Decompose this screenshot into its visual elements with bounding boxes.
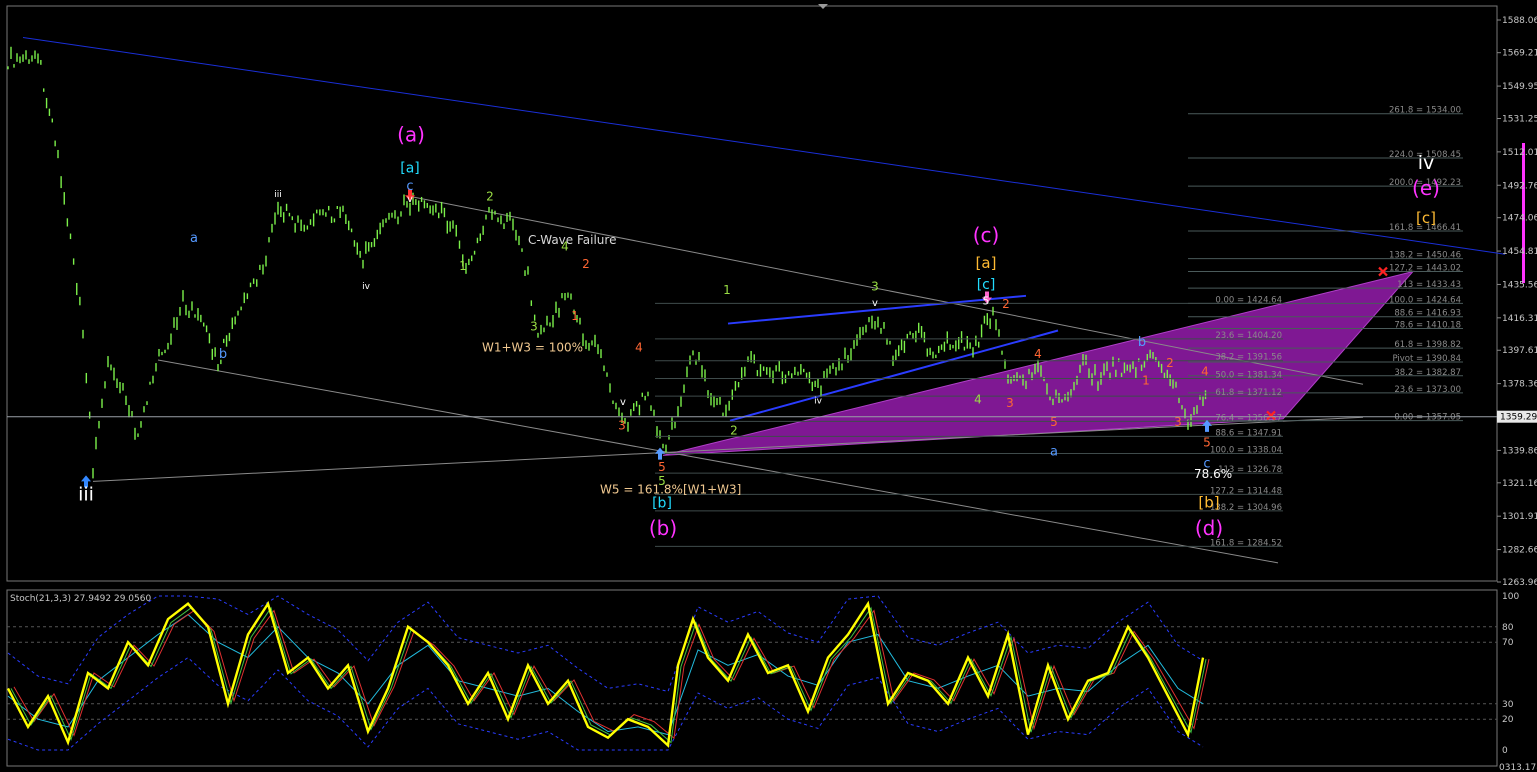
fib-label: 127.2 = 1443.02 [1389, 264, 1461, 274]
wave-label: [c] [977, 277, 996, 293]
y-tick-label: 1301.91 [1502, 512, 1537, 522]
stoch-level-label: 70 [1502, 638, 1514, 648]
fib-label-2: 23.6 = 1404.20 [1215, 331, 1282, 341]
y-tick-label: 1569.21 [1502, 49, 1537, 59]
wave-label: iii [274, 190, 282, 200]
fib-label: 61.8 = 1398.82 [1394, 340, 1461, 350]
wave-label: [b] [1198, 493, 1219, 511]
fib-label-2: 138.2 = 1304.96 [1210, 503, 1282, 513]
fib-label: 113 = 1433.43 [1397, 280, 1461, 290]
bottom-value-label: 0313.178 [1499, 763, 1537, 772]
wave-label: v [407, 194, 413, 205]
fib-label: 23.6 = 1373.00 [1394, 385, 1461, 395]
y-tick-label: 1435.56 [1502, 280, 1537, 290]
wave-label: 1 [571, 309, 579, 323]
wave-label: iv [1418, 152, 1435, 174]
wave-label: 2 [582, 257, 590, 271]
fib-label: 38.2 = 1382.87 [1394, 368, 1461, 378]
wave-label: 5 [658, 460, 666, 474]
wave-label: (a) [397, 122, 425, 146]
y-tick-label: 1531.25 [1502, 115, 1537, 125]
wave-label: 1 [723, 283, 731, 297]
wave-label: a [190, 231, 198, 246]
fib-label: 78.6 = 1410.18 [1394, 320, 1461, 330]
fib-label: 88.6 = 1416.93 [1394, 309, 1461, 319]
fib-label: 100.0 = 1424.64 [1389, 295, 1461, 305]
y-tick-label: 1416.31 [1502, 314, 1537, 324]
wave-label: 3 [530, 319, 538, 333]
current-price-value: 1359.29 [1500, 413, 1537, 423]
stochastic-panel: Stoch(21,3,3) 27.9492 29.0560 100 80 70 30 2… [0, 588, 1537, 772]
annotation-text: 78.6% [1194, 467, 1232, 481]
wave-label: 5 [983, 294, 990, 307]
stoch-level-label: 30 [1502, 700, 1514, 710]
fib-label-2: 0.00 = 1424.64 [1215, 295, 1282, 305]
stoch-level-label: 0 [1502, 746, 1508, 756]
wave-label: v [620, 397, 626, 408]
fib-label: Pivot = 1390.84 [1392, 354, 1461, 364]
wave-label: iv [362, 282, 371, 292]
wave-label: 1 [459, 259, 467, 273]
fib-label-2: 88.6 = 1347.91 [1215, 428, 1282, 438]
wave-label: 4 [1201, 365, 1209, 379]
y-tick-label: 1512.01 [1502, 148, 1537, 158]
y-tick-label: 1397.61 [1502, 346, 1537, 356]
wave-label: iii [78, 483, 94, 505]
y-tick-label: 1474.06 [1502, 214, 1537, 224]
wave-label: iv [814, 396, 823, 406]
wave-label: [c] [1416, 209, 1436, 227]
fib-label-2: 61.8 = 1371.12 [1215, 388, 1282, 398]
stoch-level-label: 100 [1502, 592, 1519, 602]
wave-label: 2 [1166, 356, 1174, 370]
wave-label: 2 [1002, 297, 1010, 311]
stoch-level-label: 20 [1502, 715, 1514, 725]
wave-label: 4 [635, 340, 643, 354]
y-tick-label: 1282.66 [1502, 546, 1537, 556]
stoch-label: Stoch(21,3,3) 27.9492 29.0560 [10, 594, 151, 604]
wave-label: v [872, 298, 878, 309]
wave-label: b [219, 347, 227, 362]
wave-label: 3 [871, 280, 879, 294]
wave-label: 2 [730, 424, 738, 438]
wave-label: 1 [1142, 373, 1150, 387]
wave-label: 4 [974, 392, 982, 406]
fib-label-2: 127.2 = 1314.48 [1210, 486, 1282, 496]
y-tick-label: 1549.95 [1502, 82, 1537, 92]
fib-label: 0.00 = 1357.05 [1394, 413, 1461, 423]
fib-label-2: 100.0 = 1338.04 [1210, 446, 1282, 456]
wave-label: 3 [618, 418, 626, 432]
stoch-level-label: 80 [1502, 623, 1514, 633]
y-tick-label: 1378.36 [1502, 380, 1537, 390]
y-tick-label: 1588.06 [1502, 16, 1537, 26]
wave-label: (b) [649, 516, 677, 540]
wave-label: [a] [400, 161, 420, 177]
annotation-text: W1+W3 = 100% [482, 340, 583, 354]
annotation-text: W5 = 161.8%[W1+W3] [600, 482, 741, 496]
chart-background [0, 0, 1537, 588]
y-tick-label: 1492.76 [1502, 181, 1537, 191]
fib-label-2: 38.2 = 1391.56 [1215, 353, 1282, 363]
wave-label: 3 [1006, 396, 1014, 410]
wave-label: [b] [652, 495, 672, 511]
price-chart: 261.8 = 1534.00224.0 = 1508.45200.0 = 14… [0, 0, 1537, 588]
wave-label: c [406, 179, 413, 194]
stoch-background [0, 588, 1537, 772]
wave-label: (e) [1412, 176, 1440, 200]
y-tick-label: 1454.81 [1502, 247, 1537, 257]
fib-label: 261.8 = 1534.00 [1389, 106, 1461, 116]
wave-label: 5 [1203, 436, 1211, 450]
y-tick-label: 1339.86 [1502, 446, 1537, 456]
fib-label-2: 50.0 = 1381.34 [1215, 370, 1282, 380]
y-tick-label: 1321.16 [1502, 479, 1537, 489]
wave-label: 2 [486, 189, 494, 203]
wave-label: b [1138, 335, 1146, 350]
wave-label: [a] [976, 254, 997, 272]
wave-label: (d) [1195, 516, 1223, 540]
wave-label: a [1050, 444, 1058, 459]
wave-label: (c) [973, 223, 1000, 247]
wave-label: 4 [1034, 347, 1042, 361]
annotation-text: C-Wave Failure [528, 233, 616, 247]
y-tick-label: 1263.96 [1502, 578, 1537, 588]
fib-label: 138.2 = 1450.46 [1389, 251, 1461, 261]
